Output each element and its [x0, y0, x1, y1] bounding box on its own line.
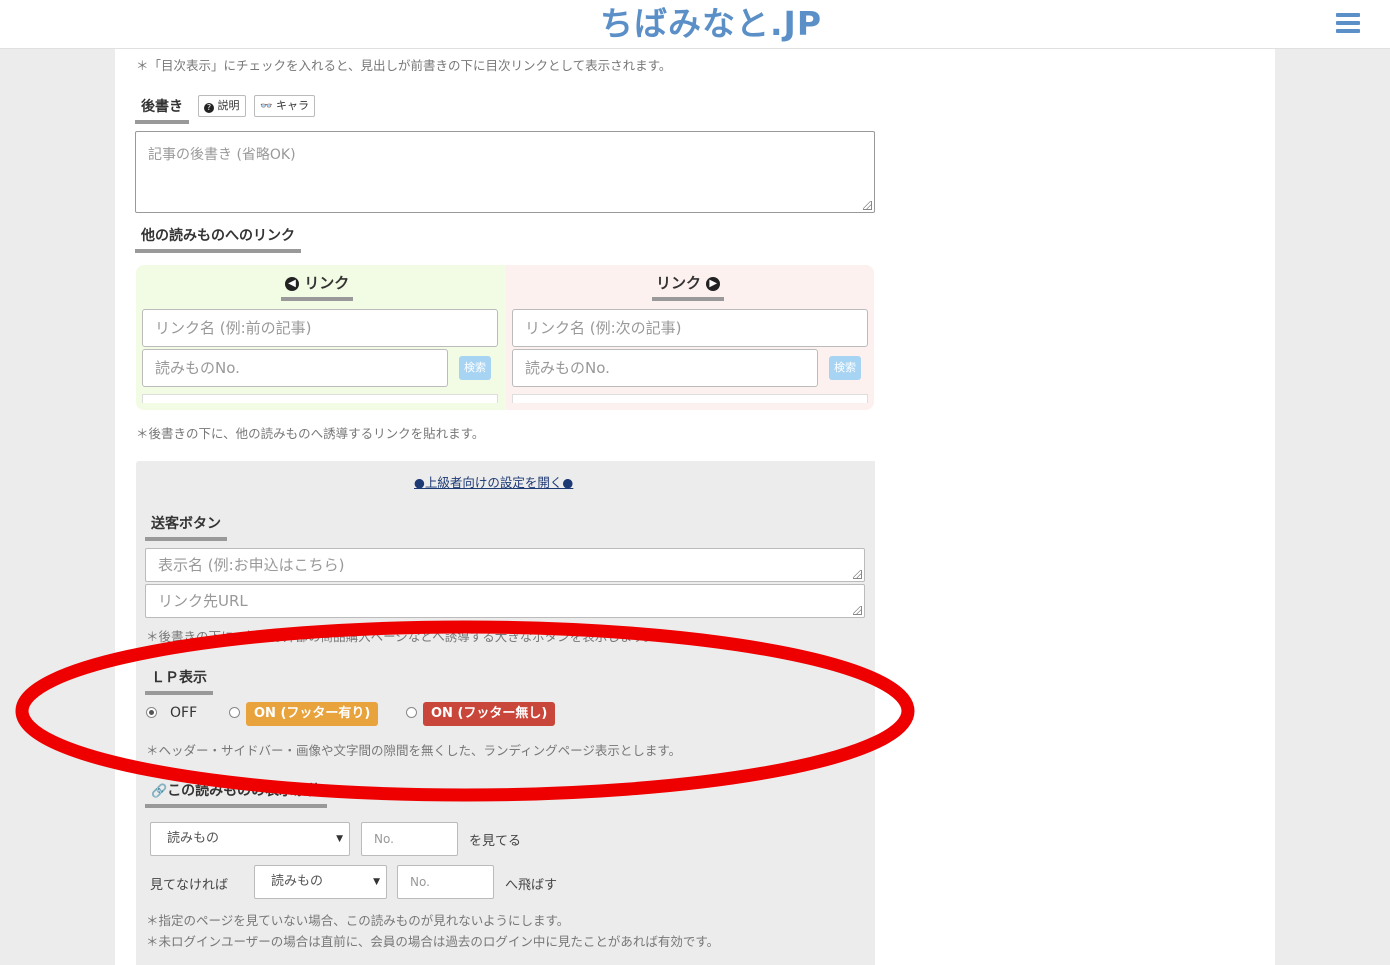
caret-down-icon: ▼	[336, 834, 343, 844]
condition-target-select[interactable]: 読みもの ▼	[150, 822, 350, 856]
lp-heading: ＬＰ表示	[145, 667, 213, 695]
link-icon: 🔗	[151, 784, 168, 799]
arrow-right-circle-icon: ▶	[706, 276, 721, 291]
cta-label-input[interactable]: 表示名 (例:お申込はこちら)	[145, 548, 865, 582]
prev-link-result-strip	[142, 394, 498, 403]
condition-row1-suffix: を見てる	[469, 834, 522, 849]
next-link-name-input[interactable]: リンク名 (例:次の記事)	[512, 309, 868, 347]
lp-note: ＊ヘッダー・サイドバー・画像や文字間の隙間を無くした、ランディングページ表示とし…	[146, 743, 682, 758]
condition-redirect-select[interactable]: 読みもの ▼	[254, 865, 387, 899]
other-links-note: ＊後書きの下に、他の読みものへ誘導するリンクを貼れます。	[136, 426, 485, 441]
condition-row2-suffix: へ飛ばす	[505, 878, 558, 893]
toc-note: ＊「目次表示」にチェックを入れると、見出しが前書きの下に目次リンクとして表示され…	[136, 58, 672, 73]
cta-heading: 送客ボタン	[145, 513, 227, 541]
cta-url-placeholder: リンク先URL	[158, 592, 248, 610]
afterword-heading: 後書き	[135, 96, 189, 124]
condition-target-value: 読みもの	[167, 831, 220, 846]
explain-button-label: 説明	[217, 99, 240, 112]
glasses-icon: 👓	[260, 101, 273, 112]
hamburger-icon[interactable]	[1336, 13, 1360, 37]
prev-link-heading: ◀ リンク	[281, 272, 354, 301]
next-link-search-button[interactable]: 検索	[829, 356, 861, 380]
afterword-textarea[interactable]: 記事の後書き (省略OK)	[135, 131, 875, 213]
resize-handle-icon[interactable]	[853, 606, 862, 615]
condition-heading-label: この読みものの表示条件	[167, 783, 322, 799]
site-logo[interactable]: ちばみなと.JP	[600, 4, 850, 44]
explain-button[interactable]: ? 説明	[198, 95, 246, 117]
next-link-heading-label: リンク	[656, 274, 702, 292]
resize-handle-icon[interactable]	[853, 570, 862, 579]
lp-off-label[interactable]: OFF	[170, 705, 197, 721]
caret-down-icon: ▼	[373, 877, 380, 887]
condition-note-1: ＊指定のページを見ていない場合、この読みものが見れないようにします。	[146, 913, 570, 928]
prev-link-search-button[interactable]: 検索	[459, 356, 491, 380]
condition-note-2: ＊未ログインユーザーの場合は直前に、会員の場合は過去のログイン中に見たことがあれ…	[146, 934, 720, 949]
prev-link-heading-label: リンク	[304, 274, 350, 292]
other-links-heading: 他の読みものへのリンク	[135, 225, 301, 253]
condition-heading: 🔗この読みものの表示条件	[145, 780, 328, 808]
cta-note: ＊後書きの下に、例えば外部の商品購入ページなどへ誘導する大きなボタンを表示します…	[146, 629, 657, 644]
condition-target-number[interactable]: No.	[361, 822, 458, 856]
condition-redirect-value: 読みもの	[271, 874, 324, 889]
lp-on-nofooter-badge[interactable]: ON (フッター無し)	[423, 702, 556, 726]
cta-url-input[interactable]: リンク先URL	[145, 584, 865, 618]
prev-link-number-input[interactable]: 読みものNo.	[142, 349, 448, 387]
condition-row2-prefix: 見てなければ	[150, 878, 229, 893]
next-link-result-strip	[512, 394, 868, 403]
chara-button-label: キャラ	[275, 99, 309, 112]
advanced-toggle-link[interactable]: ●上級者向けの設定を開く●	[414, 472, 573, 491]
arrow-left-circle-icon: ◀	[285, 276, 299, 291]
next-link-number-input[interactable]: 読みものNo.	[512, 349, 818, 387]
next-link-heading: リンク ▶	[652, 272, 725, 301]
lp-on-nofooter-radio[interactable]	[406, 707, 417, 718]
chara-button[interactable]: 👓 キャラ	[254, 95, 315, 117]
question-circle-icon: ?	[204, 103, 214, 113]
resize-handle-icon[interactable]	[863, 201, 872, 210]
lp-on-footer-radio[interactable]	[229, 707, 240, 718]
lp-on-footer-badge[interactable]: ON (フッター有り)	[246, 702, 379, 726]
prev-link-name-input[interactable]: リンク名 (例:前の記事)	[142, 309, 498, 347]
lp-off-radio[interactable]	[146, 707, 157, 718]
cta-label-placeholder: 表示名 (例:お申込はこちら)	[158, 556, 345, 574]
afterword-placeholder: 記事の後書き (省略OK)	[148, 147, 296, 163]
condition-redirect-number[interactable]: No.	[397, 865, 494, 899]
site-header: ちばみなと.JP	[0, 0, 1390, 49]
